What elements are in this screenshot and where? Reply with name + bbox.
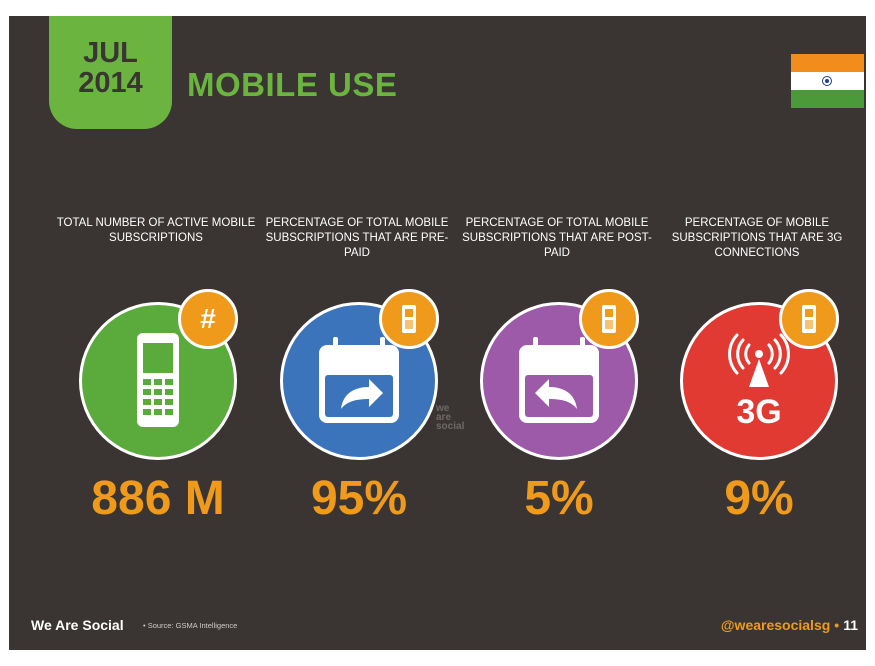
footer-source: • Source: GSMA Intelligence (143, 621, 238, 630)
page-title: MOBILE USE (187, 66, 398, 103)
watermark: we are social (436, 403, 465, 432)
stat-label: PERCENTAGE OF MOBILE SUBSCRIPTIONS THAT … (671, 217, 843, 259)
stat-label: TOTAL NUMBER OF ACTIVE MOBILE SUBSCRIPTI… (56, 217, 256, 244)
stat-label: PERCENTAGE OF TOTAL MOBILE SUBSCRIPTIONS… (265, 217, 449, 259)
footer-handle: @wearesocialsg (720, 617, 831, 633)
stat-value: 95% (310, 472, 408, 525)
stat-value: 886 M (91, 472, 225, 525)
footer-separator: • (834, 617, 840, 633)
phone-badge-icon (379, 289, 439, 349)
svg-text:3G: 3G (736, 393, 781, 431)
date-year: 2014 (78, 67, 143, 99)
stat-value: 5% (524, 472, 594, 525)
phone-badge-icon (579, 289, 639, 349)
date-month: JUL (83, 37, 138, 69)
phone-badge-icon (779, 289, 839, 349)
footer-right: @wearesocialsg • 11 (721, 617, 858, 633)
india-flag-icon (791, 54, 864, 108)
hash-badge-icon: # (178, 289, 238, 349)
stat-value: 9% (724, 472, 794, 525)
slide: JUL 2014 MOBILE USE TOTAL NUMBER OF ACTI… (9, 16, 866, 650)
page-number: 11 (843, 617, 858, 633)
stat-label: PERCENTAGE OF TOTAL MOBILE SUBSCRIPTIONS… (462, 217, 652, 259)
footer-brand: We Are Social (31, 617, 124, 633)
date-tab: JUL 2014 (49, 16, 172, 129)
